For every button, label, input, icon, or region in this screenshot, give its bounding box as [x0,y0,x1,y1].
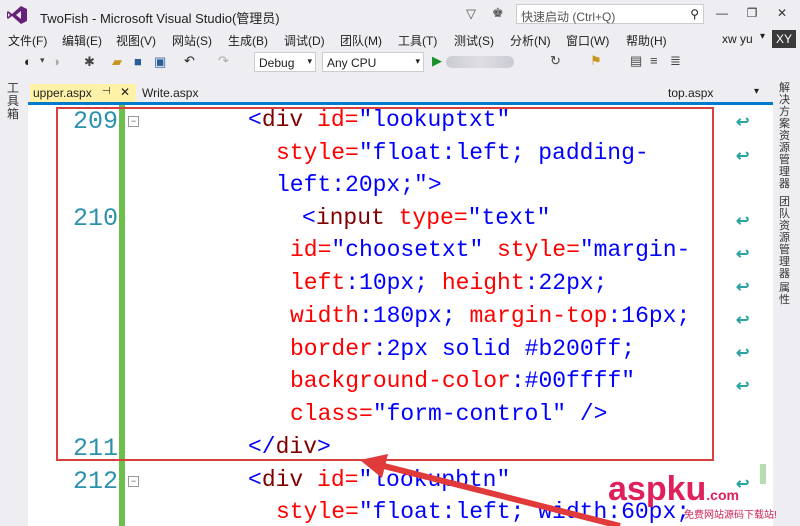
search-icon: ⚲ [690,7,699,21]
browser-link-icon[interactable]: ⚑ [590,53,602,69]
word-wrap-icon: ↩ [736,312,750,329]
word-wrap-icon: ↩ [736,246,750,263]
quick-launch-placeholder: 快速启动 (Ctrl+Q) [521,10,616,24]
menu-debug[interactable]: 调试(D) [284,32,325,49]
debug-target-blurred[interactable] [446,56,514,68]
watermark-subtitle: 免费网站源码下载站! [684,510,777,521]
visual-studio-logo-icon [7,6,27,24]
configuration-value: Debug [259,56,295,70]
close-icon[interactable]: ✕ [120,85,130,99]
properties-tab[interactable]: 属性 [779,282,793,306]
document-icon[interactable]: ▤ [630,53,642,69]
tab-upper-aspx[interactable]: upper.aspx ⊣ ✕ [30,84,136,102]
menu-analyze[interactable]: 分析(N) [510,32,551,49]
quick-launch-input[interactable]: 快速启动 (Ctrl+Q) ⚲ [516,4,704,24]
word-wrap-icon: ↩ [736,114,750,131]
menu-help[interactable]: 帮助(H) [626,32,667,49]
watermark: aspku.com [608,470,739,508]
menu-file[interactable]: 文件(F) [8,32,47,49]
chevron-down-icon[interactable]: ▾ [760,31,765,42]
menu-build[interactable]: 生成(B) [228,32,268,49]
pin-icon[interactable]: ⊣ [102,86,111,97]
start-debug-icon[interactable]: ▶ [432,53,442,69]
feedback-icon[interactable]: ♚ [492,5,504,21]
configuration-select[interactable]: Debug ▾ [254,52,316,72]
chevron-down-icon[interactable]: ▾ [754,86,759,97]
forward-icon[interactable]: ◑ [52,54,60,69]
menu-view[interactable]: 视图(V) [116,32,156,49]
menu-edit[interactable]: 编辑(E) [62,32,102,49]
menu-team[interactable]: 团队(M) [340,32,382,49]
menu-website[interactable]: 网站(S) [172,32,212,49]
redo-icon[interactable]: ↷ [218,53,229,69]
word-wrap-icon: ↩ [736,279,750,296]
tab-write-aspx[interactable]: Write.aspx [142,86,198,100]
undo-icon[interactable]: ↶ [184,53,195,69]
avatar[interactable]: XY [772,30,796,48]
word-wrap-icon: ↩ [736,345,750,362]
word-wrap-icon: ↩ [736,378,750,395]
close-button[interactable]: ✕ [770,6,794,24]
comment-icon[interactable]: ≡ [650,53,658,68]
refresh-icon[interactable]: ↻ [550,53,561,69]
solution-explorer-tab[interactable]: 解决方案资源管理器 [779,82,793,190]
team-explorer-tab[interactable]: 团队资源管理器 [779,196,793,280]
back-dropdown-icon[interactable]: ▾ [40,55,45,66]
annotation-arrow-icon [360,454,621,526]
line-number: 212 [72,467,118,496]
platform-value: Any CPU [327,56,377,70]
highlight-box [56,107,714,461]
word-wrap-icon: ↩ [736,213,750,230]
restore-button[interactable]: ❐ [740,6,764,24]
user-name[interactable]: xw yu [722,32,753,46]
tab-top-aspx[interactable]: top.aspx [668,86,713,100]
chevron-down-icon: ▾ [307,56,312,66]
open-folder-icon[interactable]: ▰ [112,54,122,70]
save-all-icon[interactable]: ▣ [154,54,166,70]
platform-select[interactable]: Any CPU ▾ [322,52,424,72]
toolbox-tab[interactable]: 工具箱 [7,82,21,121]
left-sidebar [0,76,28,526]
window-title: TwoFish - Microsoft Visual Studio(管理员) [40,11,280,26]
save-icon[interactable]: ■ [134,54,142,69]
filter-icon[interactable]: ▽ [466,6,476,22]
back-icon[interactable]: ◐ [24,54,32,69]
menu-window[interactable]: 窗口(W) [566,32,609,49]
new-project-icon[interactable]: ✱ [84,54,95,70]
uncomment-icon[interactable]: ≣ [670,53,681,69]
collapse-icon[interactable]: − [128,476,139,487]
minimize-button[interactable]: — [710,6,734,24]
chevron-down-icon: ▾ [415,56,420,66]
menu-test[interactable]: 测试(S) [454,32,494,49]
menu-tools[interactable]: 工具(T) [398,32,437,49]
word-wrap-icon: ↩ [736,148,750,165]
scrollbar-marker[interactable] [760,464,766,484]
tab-label: upper.aspx [33,86,92,100]
